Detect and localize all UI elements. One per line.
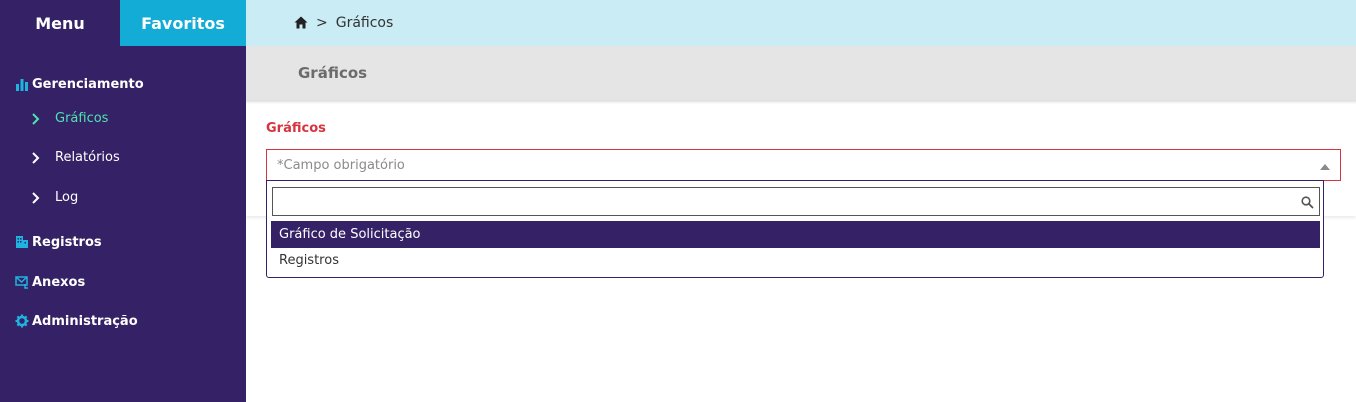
sidebar-section-label: Administração: [32, 313, 138, 329]
app-root: Menu Favoritos Gerenciamento Gráficos Re…: [0, 0, 1356, 402]
sidebar-section-administracao[interactable]: Administração: [14, 313, 138, 329]
sidebar-item-graficos[interactable]: Gráficos: [32, 111, 108, 126]
chevron-right-icon: [32, 112, 42, 126]
breadcrumb-separator: >: [316, 15, 328, 31]
search-icon: [1301, 194, 1315, 209]
sidebar-section-label: Gerenciamento: [32, 76, 144, 92]
select-placeholder: *Campo obrigatório: [277, 157, 405, 173]
bar-chart-icon: [14, 76, 30, 92]
sidebar-section-registros[interactable]: Registros: [14, 234, 102, 250]
dropdown-option-registros[interactable]: Registros: [271, 247, 1320, 274]
sidebar-section-label: Anexos: [32, 274, 86, 290]
dropdown-option-grafico-de-solicitacao[interactable]: Gráfico de Solicitação: [271, 221, 1320, 248]
mail-attachment-icon: [14, 274, 30, 290]
sidebar-section-anexos[interactable]: Anexos: [14, 274, 85, 290]
graficos-select[interactable]: *Campo obrigatório: [266, 149, 1341, 181]
page-title: Gráficos: [246, 46, 1356, 100]
sidebar-tabs: Menu Favoritos: [0, 0, 246, 46]
sidebar-item-label: Relatórios: [55, 150, 120, 165]
select-dropdown: Gráfico de Solicitação Registros: [266, 180, 1324, 278]
breadcrumb-current: Gráficos: [335, 15, 394, 31]
sidebar-item-label: Log: [55, 190, 79, 205]
tab-menu[interactable]: Menu: [0, 0, 120, 46]
field-label-graficos: Gráficos: [266, 121, 326, 136]
dropdown-search-input[interactable]: [272, 187, 1320, 216]
sidebar-item-label: Gráficos: [55, 111, 109, 126]
chevron-right-icon: [32, 151, 42, 165]
sidebar-section-gerenciamento[interactable]: Gerenciamento: [14, 76, 144, 92]
gear-icon: [14, 313, 30, 329]
breadcrumb: > Gráficos: [246, 0, 1356, 46]
caret-up-icon: [1320, 164, 1330, 170]
building-icon: [14, 234, 30, 250]
sidebar-section-label: Registros: [32, 234, 102, 250]
sidebar-item-relatorios[interactable]: Relatórios: [32, 150, 120, 165]
chevron-right-icon: [32, 191, 42, 205]
tab-favorites[interactable]: Favoritos: [120, 0, 246, 46]
home-icon[interactable]: [294, 16, 308, 30]
sidebar-item-log[interactable]: Log: [32, 190, 78, 205]
sidebar: Menu Favoritos Gerenciamento Gráficos Re…: [0, 0, 246, 402]
